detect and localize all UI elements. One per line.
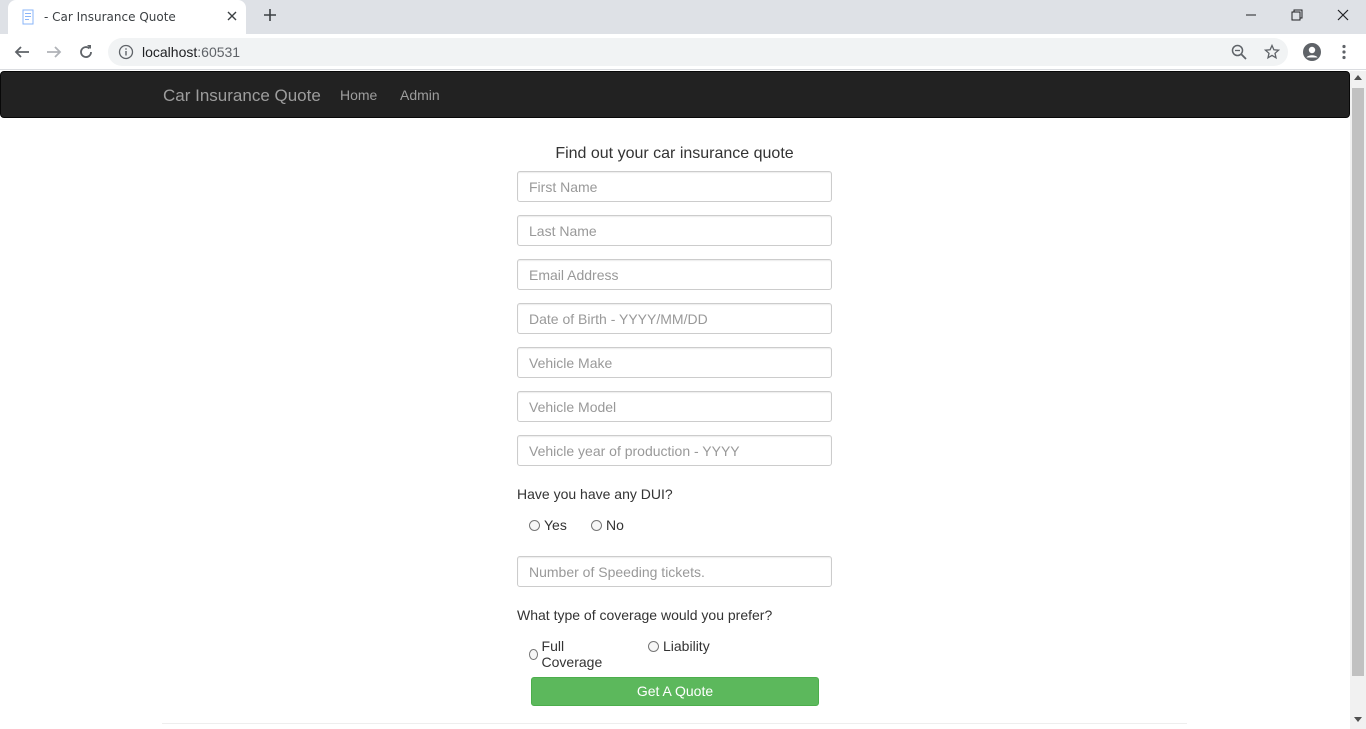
dui-question: Have you have any DUI? (517, 486, 673, 502)
tab-close-icon[interactable] (224, 8, 240, 24)
liability-label: Liability (663, 638, 710, 654)
new-tab-icon[interactable] (258, 5, 282, 29)
nav-link-home[interactable]: Home (340, 87, 377, 103)
page-favicon-icon (20, 9, 36, 25)
last-name-field[interactable] (517, 215, 832, 246)
dui-no-label: No (606, 517, 624, 533)
menu-kebab-icon[interactable] (1330, 38, 1358, 66)
url-port: :60531 (197, 44, 241, 60)
dui-yes-label: Yes (544, 517, 567, 533)
site-info-icon[interactable] (118, 44, 134, 60)
close-window-icon[interactable] (1320, 0, 1366, 30)
browser-toolbar: localhost:60531 (0, 34, 1366, 70)
profile-avatar-icon[interactable] (1298, 38, 1326, 66)
liability-radio[interactable]: Liability (648, 638, 710, 654)
address-bar[interactable]: localhost:60531 (108, 38, 1288, 66)
full-coverage-label: Full Coverage (541, 638, 603, 670)
scroll-down-arrow-icon[interactable] (1354, 717, 1362, 722)
date-of-birth-field[interactable] (517, 303, 832, 334)
nav-link-admin[interactable]: Admin (400, 87, 440, 103)
speeding-tickets-field[interactable] (517, 556, 832, 587)
email-field[interactable] (517, 259, 832, 290)
browser-tab[interactable]: - Car Insurance Quote (8, 0, 246, 34)
coverage-question: What type of coverage would you prefer? (517, 607, 773, 623)
dui-yes-radio[interactable]: Yes (529, 517, 567, 533)
browser-tabstrip: - Car Insurance Quote (0, 0, 1366, 34)
restore-icon[interactable] (1274, 0, 1320, 30)
forward-arrow-icon[interactable] (40, 38, 68, 66)
site-navbar: Car Insurance Quote Home Admin (0, 71, 1350, 118)
back-arrow-icon[interactable] (8, 38, 36, 66)
reload-icon[interactable] (72, 38, 100, 66)
page-scrollbar[interactable] (1350, 71, 1366, 729)
full-coverage-radio[interactable]: Full Coverage (529, 638, 605, 670)
scrollbar-thumb[interactable] (1352, 88, 1364, 676)
minimize-icon[interactable] (1228, 0, 1274, 30)
navbar-brand[interactable]: Car Insurance Quote (163, 86, 321, 106)
footer-divider (162, 723, 1187, 724)
page-viewport: Car Insurance Quote Home Admin Find out … (0, 71, 1350, 729)
scroll-up-arrow-icon[interactable] (1354, 75, 1362, 80)
tab-title: - Car Insurance Quote (44, 10, 176, 24)
vehicle-make-field[interactable] (517, 347, 832, 378)
zoom-icon[interactable] (1229, 42, 1249, 62)
form-title: Find out your car insurance quote (555, 145, 794, 162)
get-quote-button[interactable]: Get A Quote (531, 677, 819, 706)
radio-circle-icon[interactable] (591, 519, 602, 531)
bookmark-star-icon[interactable] (1262, 42, 1282, 62)
vehicle-model-field[interactable] (517, 391, 832, 422)
first-name-field[interactable] (517, 171, 832, 202)
vehicle-year-field[interactable] (517, 435, 832, 466)
radio-circle-icon[interactable] (529, 648, 538, 660)
radio-circle-icon[interactable] (648, 640, 659, 652)
url-host: localhost (142, 44, 198, 60)
url-text: localhost:60531 (142, 44, 240, 60)
radio-circle-icon[interactable] (529, 519, 540, 531)
dui-no-radio[interactable]: No (591, 517, 624, 533)
